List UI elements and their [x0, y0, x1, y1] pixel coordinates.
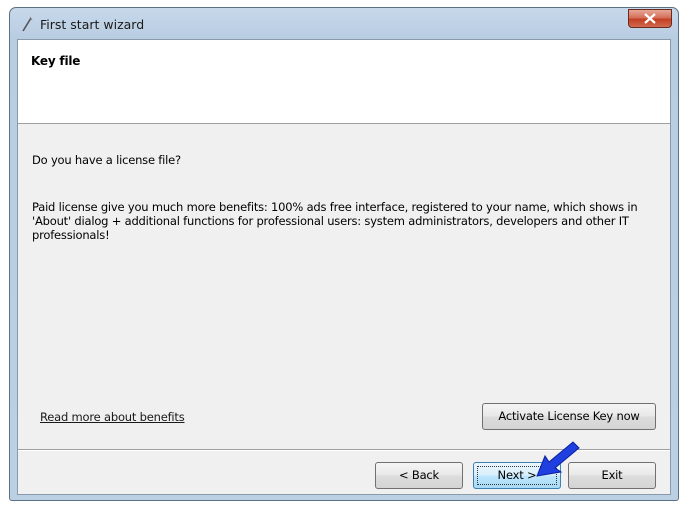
wand-icon [20, 16, 34, 32]
title-bar[interactable]: First start wizard [10, 8, 678, 40]
wizard-window: First start wizard Key file Do you have … [9, 7, 679, 501]
close-icon [644, 13, 656, 24]
license-question: Do you have a license file? [32, 153, 181, 167]
wizard-client-area: Key file Do you have a license file? Pai… [17, 39, 671, 495]
close-button[interactable] [628, 9, 672, 28]
wizard-header-panel: Key file [18, 40, 670, 124]
page-title: Key file [31, 54, 81, 68]
pointer-arrow-icon [536, 441, 580, 477]
activate-license-button[interactable]: Activate License Key now [482, 403, 656, 430]
back-button[interactable]: < Back [375, 462, 463, 489]
read-more-link[interactable]: Read more about benefits [40, 410, 185, 424]
license-description: Paid license give you much more benefits… [32, 200, 638, 242]
window-title: First start wizard [40, 17, 145, 32]
exit-button[interactable]: Exit [568, 462, 656, 489]
